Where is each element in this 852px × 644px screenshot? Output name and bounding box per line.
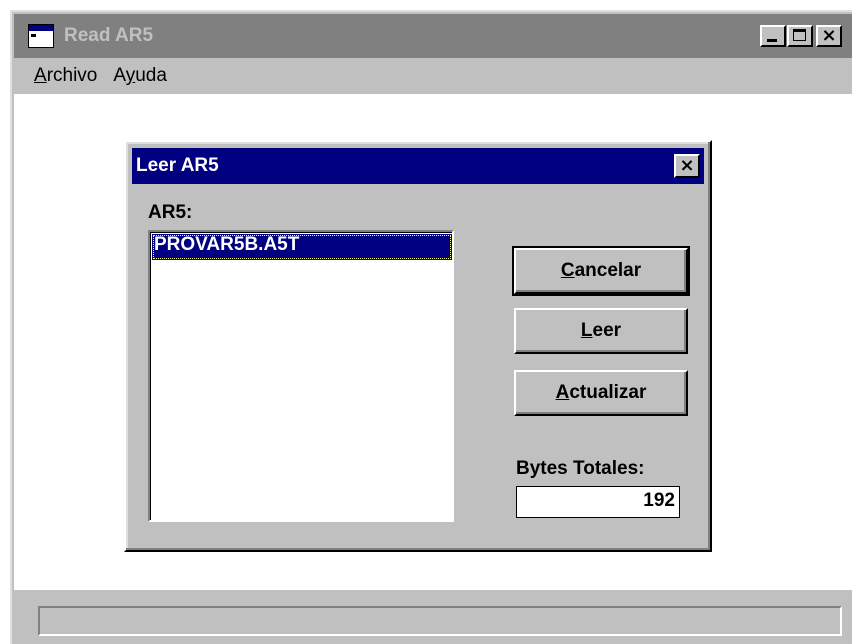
cancel-button-label: ancelar — [574, 260, 642, 281]
menu-archivo-mnemonic: A — [34, 65, 47, 86]
update-button[interactable]: Actualizar — [514, 370, 688, 416]
read-button[interactable]: Leer — [514, 308, 688, 354]
update-button-mnemonic: A — [555, 382, 570, 403]
menu-ayuda-rest: uda — [135, 65, 167, 86]
cancel-button[interactable]: Cancelar — [512, 246, 690, 296]
read-button-label: eer — [592, 320, 622, 341]
total-bytes-label: Bytes Totales: — [516, 458, 645, 479]
minimize-icon — [767, 39, 777, 42]
main-titlebar[interactable]: Read AR5 × — [14, 14, 852, 58]
dialog-titlebar[interactable]: Leer AR5 × — [132, 148, 704, 184]
menu-ayuda[interactable]: Ayuda — [105, 65, 175, 87]
menu-ayuda-mnemonic: y — [125, 65, 136, 86]
app-window-icon[interactable] — [28, 24, 54, 48]
dialog-title: Leer AR5 — [136, 155, 219, 176]
total-bytes-value: 192 — [516, 486, 680, 518]
close-button[interactable]: × — [816, 25, 842, 47]
dialog-close-button[interactable]: × — [674, 154, 700, 178]
status-field — [38, 606, 842, 636]
update-button-label: ctualizar — [569, 382, 647, 403]
read-button-mnemonic: L — [580, 320, 593, 341]
menu-ayuda-pre: A — [113, 65, 126, 86]
ar5-file-listbox[interactable]: PROVAR5B.A5T — [148, 230, 454, 522]
menu-bar: Archivo Ayuda — [14, 58, 852, 94]
ar5-list-label: AR5: — [148, 202, 193, 223]
close-icon: × — [679, 155, 695, 176]
cancel-button-mnemonic: C — [560, 260, 575, 281]
window-title: Read AR5 — [64, 25, 154, 46]
menu-archivo[interactable]: Archivo — [14, 65, 105, 87]
window-controls: × — [760, 25, 842, 47]
menu-archivo-rest: rchivo — [46, 65, 98, 86]
minimize-button[interactable] — [760, 25, 786, 47]
status-bar — [14, 590, 852, 644]
list-item[interactable]: PROVAR5B.A5T — [152, 234, 452, 260]
close-icon: × — [821, 25, 837, 46]
leer-ar5-dialog: Leer AR5 × AR5: PROVAR5B.A5T Cancelar Le… — [124, 140, 712, 552]
maximize-button[interactable] — [787, 25, 813, 47]
maximize-icon — [793, 29, 806, 41]
